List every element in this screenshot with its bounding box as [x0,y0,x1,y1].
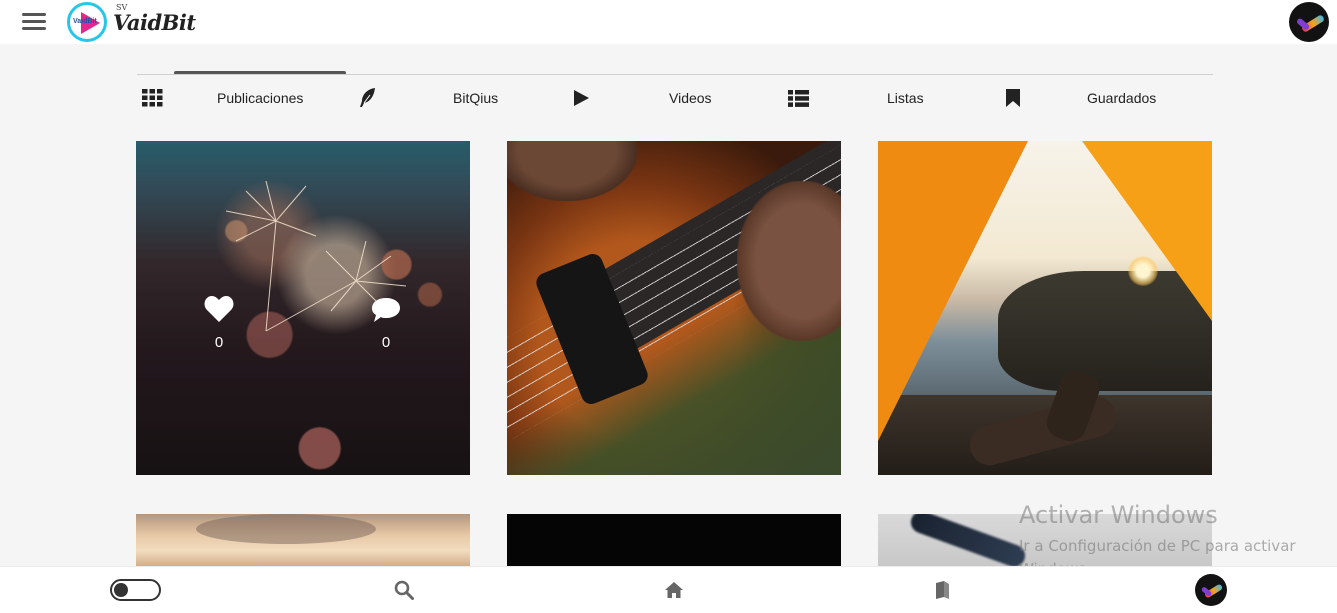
feather-icon [356,87,378,109]
tabs-divider [137,74,1213,75]
list-icon [787,87,809,109]
search-icon[interactable] [394,580,414,600]
tab-listas[interactable] [787,84,809,112]
post-thumbnail[interactable] [507,514,841,566]
theme-toggle[interactable] [110,579,161,601]
logo-superscript: SV [116,3,128,12]
play-icon [570,87,592,109]
likes-count: 0 [214,334,224,351]
menu-icon[interactable] [22,13,46,31]
home-icon[interactable] [664,580,684,600]
tab-videos[interactable] [570,84,592,112]
app-logo[interactable]: VaidBit VaidBit [67,2,196,42]
heart-icon[interactable] [204,295,234,323]
tab-listas-label[interactable]: Listas [887,90,924,106]
bookmark-icon [1002,87,1024,109]
post-thumbnail[interactable] [878,141,1212,475]
tab-bitqius-label[interactable]: BitQius [453,90,498,106]
post-thumbnail[interactable]: 0 0 [136,141,470,475]
activation-watermark-title: Activar Windows [1019,501,1218,529]
comments-count: 0 [381,334,391,351]
logo-play-icon: VaidBit [67,2,107,42]
logo-text: VaidBit [113,9,196,35]
top-bar: VaidBit VaidBit SV [0,0,1337,44]
post-thumbnail[interactable] [136,514,470,566]
tab-guardados-label[interactable]: Guardados [1087,90,1156,106]
tab-publicaciones[interactable] [141,84,163,112]
post-thumbnail[interactable] [507,141,841,475]
grid-icon [141,87,163,109]
profile-avatar-bottom[interactable] [1195,574,1227,606]
comment-icon[interactable] [371,297,401,325]
tab-guardados[interactable] [1002,84,1024,112]
active-tab-indicator [174,71,346,74]
tab-videos-label[interactable]: Videos [669,90,712,106]
tab-publicaciones-label[interactable]: Publicaciones [217,90,303,106]
profile-avatar[interactable] [1289,2,1329,42]
sparkler-image [225,181,407,332]
book-icon[interactable] [933,580,953,600]
tab-bitqius[interactable] [356,84,378,112]
